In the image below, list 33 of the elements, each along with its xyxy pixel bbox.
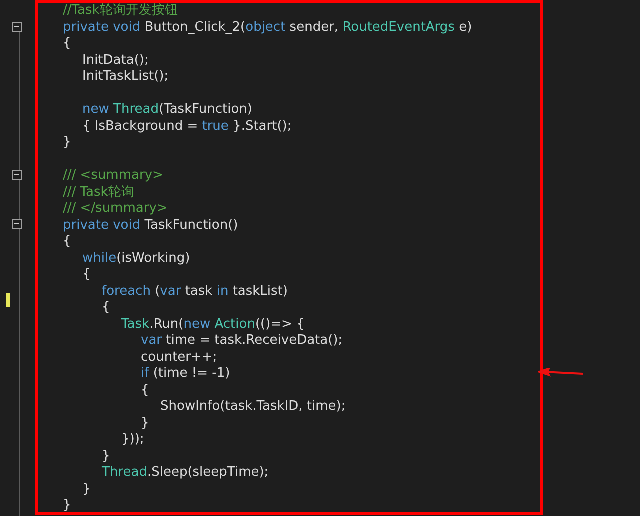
code-line: while(isWorking) xyxy=(82,250,190,266)
collapse-icon[interactable] xyxy=(12,22,22,32)
collapse-icon[interactable] xyxy=(12,219,22,230)
code-line: } xyxy=(82,482,91,496)
code-line: private void Button_Click_2(object sender, RoutedEventArgs e) xyxy=(63,20,472,34)
code-line: var time = task.ReceiveData(); xyxy=(141,333,343,348)
code-line: /// </summary> xyxy=(63,201,168,216)
code-line: { IsBackground = true }.Start(); xyxy=(82,118,292,134)
code-line: ShowInfo(task.TaskID, time); xyxy=(160,399,346,414)
code-line: /// <summary> xyxy=(63,168,164,183)
code-line: { xyxy=(82,267,91,282)
code-line: counter++; xyxy=(141,350,218,364)
code-line: //Task轮询开发按钮 xyxy=(63,3,178,18)
code-line: { xyxy=(141,382,150,398)
code-line: if (time != -1) xyxy=(141,366,230,381)
code-line: Thread.Sleep(sleepTime); xyxy=(102,465,269,480)
code-line: Task.Run(new Action(()=> { xyxy=(122,316,305,332)
code-line: private void TaskFunction() xyxy=(63,218,238,232)
code-line: new Thread(TaskFunction) xyxy=(82,102,252,117)
code-line: /// Task轮询 xyxy=(63,184,134,200)
code-line: foreach (var task in taskList) xyxy=(102,284,288,298)
code-line: { xyxy=(63,36,72,51)
code-line: } xyxy=(63,135,72,150)
code-line: { xyxy=(63,234,72,249)
code-line: { xyxy=(102,300,110,315)
code-line: } xyxy=(102,448,110,464)
collapse-icon[interactable] xyxy=(12,170,22,180)
code-line: InitTaskList(); xyxy=(82,69,169,84)
code-line: } xyxy=(141,416,150,430)
code-line: })); xyxy=(122,432,144,447)
arrow-icon xyxy=(538,368,584,378)
code-line: } xyxy=(63,498,72,513)
code-line: InitData(); xyxy=(82,52,149,68)
